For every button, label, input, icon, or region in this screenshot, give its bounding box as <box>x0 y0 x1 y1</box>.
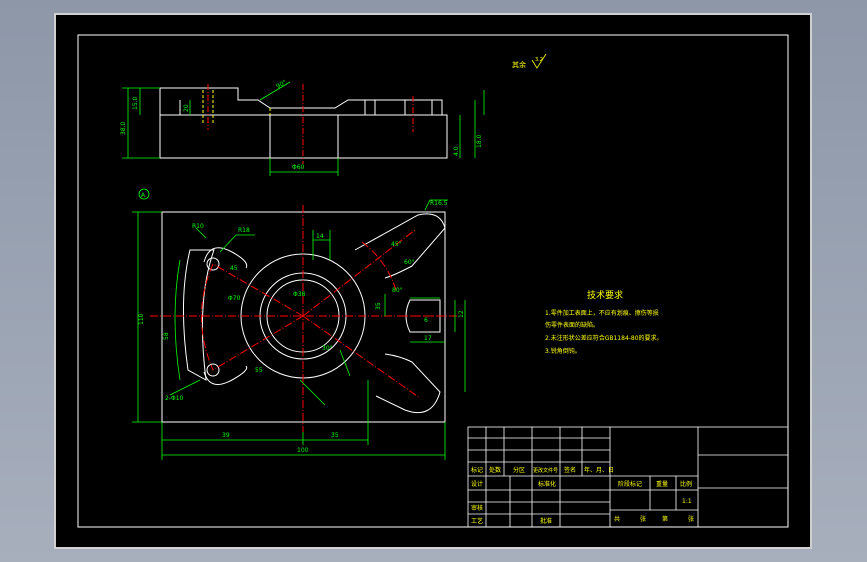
hdr-date: 年、月、日 <box>584 466 614 474</box>
tb-standard: 标准化 <box>538 480 556 488</box>
tb-scale-value: 1:1 <box>682 498 692 505</box>
dim-r10: R10 <box>192 223 204 230</box>
dim-r2: 18.0 <box>476 134 483 148</box>
dim-r16: R16.5 <box>430 200 448 207</box>
dim-h2: 38.0 <box>120 121 127 135</box>
tech-line-3: 2.未注形状公差应符合GB1184-80的要求。 <box>545 334 663 342</box>
dim-w14: 14 <box>316 233 324 240</box>
tech-title: 技术要求 <box>587 289 623 301</box>
tb-scale: 比例 <box>680 480 692 488</box>
tb-sheet-label2: 张 <box>688 515 694 523</box>
cad-drawing: 15.0 38.0 20 90° Φ60 4.0 18.0 其余 3.2 R10… <box>54 13 812 549</box>
dim-a80: 80° <box>392 287 403 294</box>
tb-sheet-total: 共 <box>614 515 620 523</box>
dim-d70: Φ70 <box>228 295 241 302</box>
dim-bottom-right: 35 <box>331 432 339 439</box>
tech-line-1: 1.零件加工表面上，不应有划痕、擦伤等损 <box>545 309 659 317</box>
hdr-zone: 分区 <box>513 466 525 474</box>
dim-n12: 12 <box>458 310 465 318</box>
hdr-file: 更改文件号 <box>533 467 558 474</box>
hdr-sign: 签名 <box>564 466 576 474</box>
dim-n45: 45 <box>230 265 238 272</box>
dim-d38: Φ38 <box>293 291 306 298</box>
hdr-mark: 标记 <box>471 466 483 474</box>
dim-n6: 6 <box>424 317 428 324</box>
dim-a60: 60° <box>404 259 415 266</box>
tb-craft: 工艺 <box>471 517 483 525</box>
dim-a30: 30° <box>322 345 333 352</box>
dim-h55: 55 <box>255 367 263 374</box>
surface-finish-label: 其余 <box>512 60 526 69</box>
dim-total: 100 <box>297 447 309 454</box>
tb-stage: 阶段标记 <box>618 480 642 488</box>
dim-r1: 4.0 <box>453 146 460 156</box>
tech-line-2: 伤零件表面的缺陷。 <box>545 321 599 329</box>
dim-holes: 2-Φ10 <box>165 395 184 402</box>
dim-h1: 15.0 <box>132 96 139 110</box>
dim-a45: 45° <box>391 241 402 248</box>
tb-sheet-num: 第 <box>662 515 668 523</box>
tb-weight: 重量 <box>656 480 668 488</box>
tb-approve: 批准 <box>540 517 552 525</box>
dim-n35: 35 <box>375 302 382 310</box>
tb-sheet-label1: 张 <box>640 515 646 523</box>
dim-bore: Φ60 <box>292 164 305 171</box>
dim-n17: 17 <box>424 335 432 342</box>
tb-review: 审核 <box>471 504 483 512</box>
dim-r18: R18 <box>238 227 250 234</box>
hdr-count: 处数 <box>489 466 501 474</box>
surface-finish-value: 3.2 <box>535 57 543 63</box>
dim-v110: 110 <box>138 313 145 325</box>
tb-design: 设计 <box>471 480 483 488</box>
tech-line-4: 3.锐角倒钝。 <box>545 347 581 355</box>
dim-mid: 20 <box>183 104 190 112</box>
dim-v58: 58 <box>163 332 170 340</box>
dim-bottom-left: 39 <box>222 432 230 439</box>
